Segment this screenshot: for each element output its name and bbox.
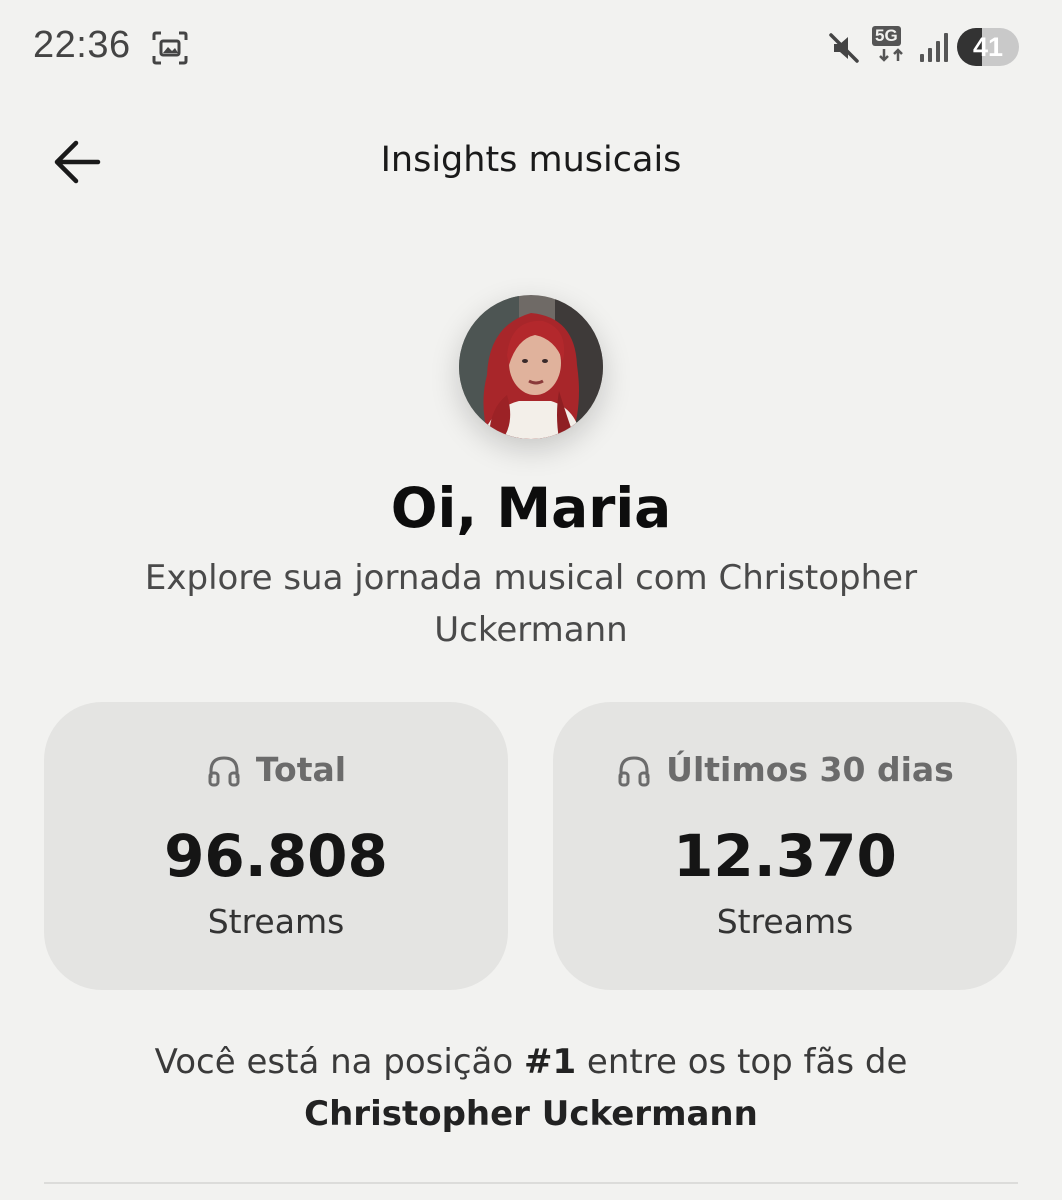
signal-icon [920,33,948,62]
page-title: Insights musicais [380,140,682,180]
battery-indicator: 41 [957,28,1019,66]
divider [44,1182,1018,1184]
mute-icon [829,33,859,63]
stat-unit: Streams [207,902,345,941]
stat-label: Últimos 30 dias [666,750,954,789]
greeting: Oi, Maria [390,476,672,540]
stat-value: 96.808 [164,822,388,890]
stat-unit: Streams [716,902,854,941]
ranking-middle: entre os top fãs de [576,1042,908,1082]
ranking-prefix: Você está na posição [154,1042,524,1082]
stat-label: Total [255,750,347,789]
stat-card-last-30-days: Últimos 30 dias 12.370 Streams [553,702,1017,990]
stat-card-total: Total 96.808 Streams [44,702,508,990]
network-5g-icon: 5G [872,26,912,66]
subtitle: Explore sua jornada musical com Christop… [144,558,918,650]
ranking-artist: Christopher Uckermann [304,1094,758,1134]
headphones-icon [208,755,240,786]
stat-value: 12.370 [673,822,897,890]
status-time: 22:36 [33,24,131,66]
status-bar: 22:36 5G 41 [0,0,1062,96]
battery-level: 41 [972,32,1004,62]
headphones-icon [618,755,650,786]
avatar [459,295,603,439]
ranking-position: #1 [523,1042,577,1082]
screenshot-icon [152,31,188,65]
network-label: 5G [872,26,901,46]
ranking-text: Você está na posição #1 entre os top fãs… [60,1036,1002,1140]
